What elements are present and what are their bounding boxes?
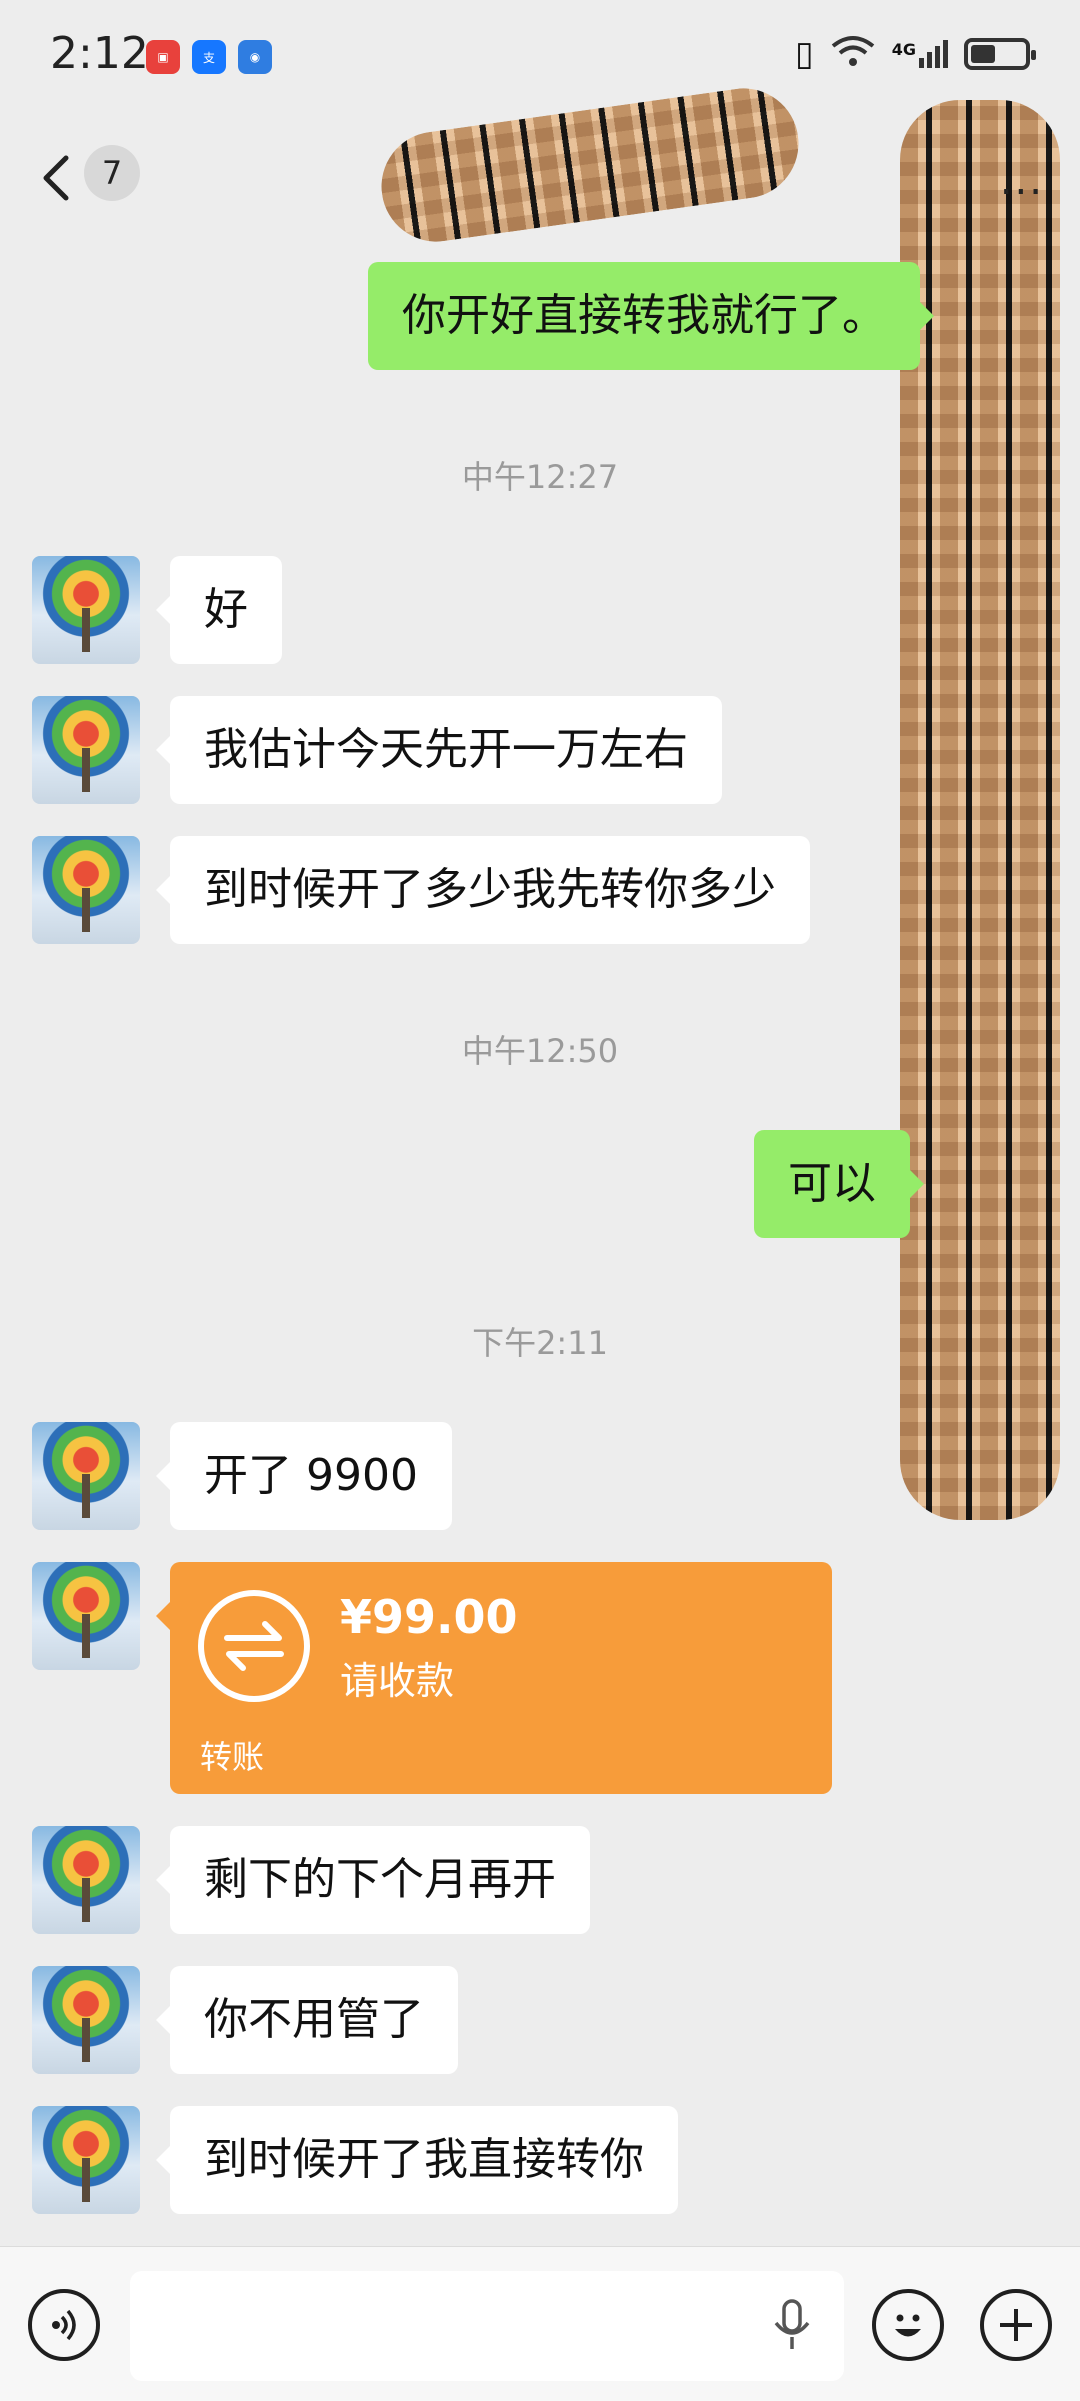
battery-icon	[964, 38, 1036, 70]
huawei-store-icon: ▣	[146, 40, 180, 74]
timestamp: 中午12:50	[461, 1032, 619, 1070]
incoming-message[interactable]: 剩下的下个月再开	[156, 1826, 590, 1934]
transfer-label: 转账	[200, 1738, 265, 1776]
wifi-icon	[830, 34, 876, 74]
timestamp: 中午12:27	[461, 458, 619, 496]
microphone-icon[interactable]	[772, 2299, 812, 2355]
input-bar	[0, 2246, 1080, 2401]
outgoing-message[interactable]: 可以	[754, 1130, 924, 1238]
browser-icon: ◉	[238, 40, 272, 74]
incoming-message[interactable]: 我估计今天先开一万左右	[156, 696, 722, 804]
back-button[interactable]	[38, 154, 78, 202]
incoming-message[interactable]: 你不用管了	[156, 1966, 458, 2074]
vibrate-icon: ▯	[795, 34, 814, 74]
contact-avatar[interactable]	[32, 556, 140, 664]
more-options-button[interactable]: ...	[1000, 158, 1044, 204]
incoming-message[interactable]: 到时候开了多少我先转你多少	[156, 836, 810, 944]
message-input[interactable]	[130, 2271, 844, 2381]
signal-icon: 4G	[892, 40, 948, 68]
incoming-message[interactable]: 开了 9900	[156, 1422, 452, 1530]
network-type: 4G	[891, 40, 916, 59]
contact-avatar[interactable]	[32, 696, 140, 804]
unread-count-badge[interactable]: 7	[84, 145, 140, 201]
transfer-status: 请收款	[340, 1659, 455, 1703]
contact-avatar[interactable]	[32, 1562, 140, 1670]
incoming-message[interactable]: 到时候开了我直接转你	[156, 2106, 678, 2214]
status-time: 2:12	[50, 28, 149, 79]
contact-avatar[interactable]	[32, 836, 140, 944]
transfer-amount: ¥99.00	[340, 1590, 518, 1644]
contact-avatar[interactable]	[32, 1422, 140, 1530]
timestamp: 下午2:11	[472, 1324, 608, 1362]
contact-avatar[interactable]	[32, 1966, 140, 2074]
voice-toggle-icon[interactable]	[28, 2289, 100, 2361]
transfer-arrows-icon	[198, 1590, 310, 1702]
plus-icon[interactable]	[980, 2289, 1052, 2361]
emoji-icon[interactable]	[872, 2289, 944, 2361]
contact-avatar[interactable]	[32, 1826, 140, 1934]
status-bar: 2:12 ▣ 支 ◉ ▯ 4G	[0, 0, 1080, 110]
contact-avatar[interactable]	[32, 2106, 140, 2214]
transfer-card[interactable]: ¥99.00 请收款 转账	[156, 1562, 832, 1794]
incoming-message[interactable]: 好	[156, 556, 282, 664]
alipay-icon: 支	[192, 40, 226, 74]
outgoing-message[interactable]: 你开好直接转我就行了。	[368, 262, 934, 370]
